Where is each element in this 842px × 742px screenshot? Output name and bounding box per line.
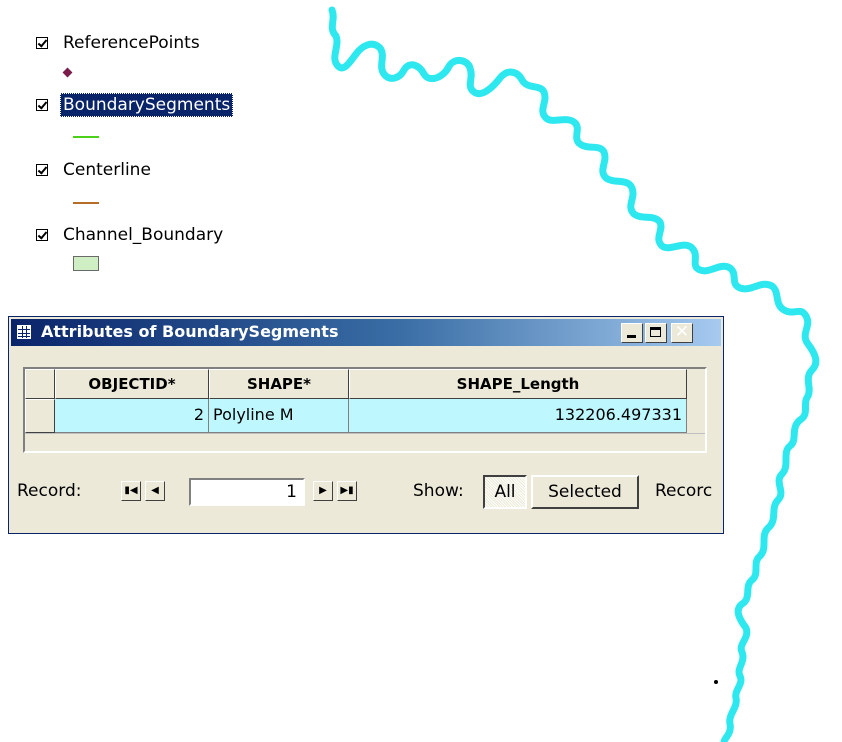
attribute-table-body: OBJECTID* SHAPE* SHAPE_Length 2 Polyline…: [25, 369, 705, 451]
line-symbol-centerline: [73, 202, 99, 204]
cell-shape[interactable]: Polyline M: [209, 399, 349, 433]
last-record-button[interactable]: ▶▮: [337, 481, 357, 501]
column-header-shape[interactable]: SHAPE*: [209, 369, 349, 399]
window-title: Attributes of BoundarySegments: [41, 322, 339, 341]
records-count-label: Recorc: [655, 481, 713, 501]
layer-checkbox-centerline[interactable]: [36, 164, 48, 176]
toc-item-boundarysegments[interactable]: BoundarySegments: [36, 92, 234, 118]
column-header-objectid[interactable]: OBJECTID*: [55, 369, 209, 399]
first-record-icon: ▮◀: [124, 485, 138, 496]
record-number-input[interactable]: 1: [189, 478, 305, 506]
cell-objectid[interactable]: 2: [55, 399, 209, 433]
layer-label-referencepoints[interactable]: ReferencePoints: [60, 31, 203, 55]
layer-label-boundarysegments[interactable]: BoundarySegments: [60, 93, 234, 117]
close-button[interactable]: ✕: [671, 322, 693, 343]
polygon-symbol-channel-boundary: [73, 256, 99, 271]
table-icon: [17, 325, 31, 339]
toc-item-centerline[interactable]: Centerline: [36, 157, 154, 183]
table-empty-area: [25, 433, 705, 451]
show-selected-button[interactable]: Selected: [531, 475, 639, 509]
layer-checkbox-boundarysegments[interactable]: [36, 99, 48, 111]
show-label: Show:: [413, 481, 464, 501]
layer-checkbox-channel-boundary[interactable]: [36, 229, 48, 241]
maximize-button[interactable]: [645, 323, 667, 343]
column-header-shape-length[interactable]: SHAPE_Length: [349, 369, 687, 399]
toc-item-channel-boundary[interactable]: Channel_Boundary: [36, 222, 226, 248]
last-record-icon: ▶▮: [340, 485, 354, 496]
river-node-marker: [714, 680, 718, 684]
window-titlebar[interactable]: Attributes of BoundarySegments ✕: [11, 319, 721, 346]
attribute-table[interactable]: OBJECTID* SHAPE* SHAPE_Length 2 Polyline…: [23, 367, 707, 453]
layer-label-centerline[interactable]: Centerline: [60, 158, 154, 182]
first-record-button[interactable]: ▮◀: [121, 481, 141, 501]
next-record-icon: ▶: [319, 485, 327, 496]
show-all-button[interactable]: All: [483, 475, 527, 509]
maximize-icon: [650, 327, 661, 337]
select-all-corner[interactable]: [25, 369, 55, 399]
table-footer: Record: ▮◀ ◀ 1 ▶ ▶▮ Show: All Selected R…: [9, 467, 723, 513]
line-symbol-boundarysegments: [73, 136, 99, 138]
row-selector[interactable]: [25, 399, 55, 433]
layer-checkbox-referencepoints[interactable]: [36, 37, 48, 49]
record-label: Record:: [17, 481, 82, 501]
previous-record-icon: ◀: [151, 485, 159, 496]
previous-record-button[interactable]: ◀: [145, 481, 165, 501]
minimize-icon: [627, 335, 636, 338]
next-record-button[interactable]: ▶: [313, 481, 333, 501]
layer-label-channel-boundary[interactable]: Channel_Boundary: [60, 223, 226, 247]
close-icon: ✕: [674, 322, 690, 342]
cell-shape-length[interactable]: 132206.497331: [349, 399, 687, 433]
toc-item-referencepoints[interactable]: ReferencePoints: [36, 30, 203, 56]
minimize-button[interactable]: [621, 323, 643, 343]
attributes-window[interactable]: Attributes of BoundarySegments ✕ OBJECTI…: [8, 316, 724, 534]
